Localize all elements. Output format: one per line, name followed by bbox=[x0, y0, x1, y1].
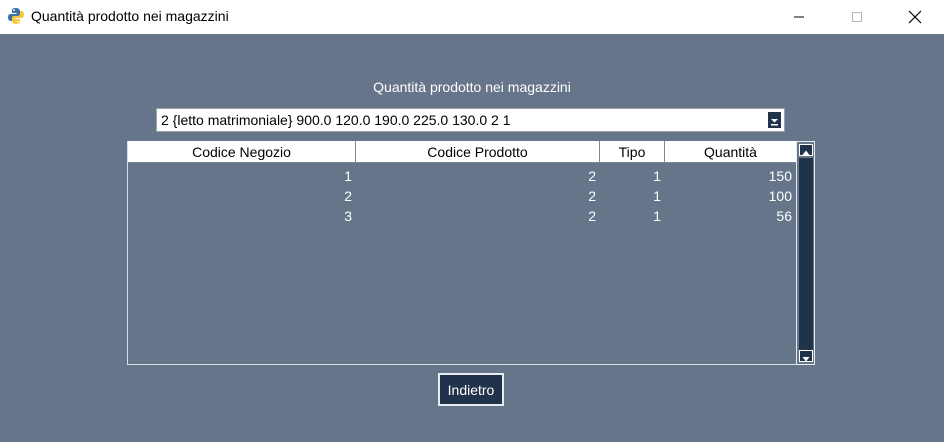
chevron-up-icon bbox=[802, 150, 810, 155]
chevron-down-icon bbox=[771, 119, 778, 126]
maximize-button[interactable] bbox=[828, 0, 886, 34]
column-header-codice-prodotto[interactable]: Codice Prodotto bbox=[356, 141, 600, 163]
column-header-codice-negozio[interactable]: Codice Negozio bbox=[128, 141, 356, 163]
cell-codice-prodotto: 2 bbox=[588, 168, 596, 184]
cell-codice-negozio: 2 bbox=[344, 188, 352, 204]
close-icon bbox=[908, 10, 922, 24]
scroll-down-button[interactable] bbox=[799, 350, 813, 362]
cell-tipo: 1 bbox=[653, 188, 661, 204]
python-icon bbox=[7, 7, 25, 25]
product-select[interactable]: 2 {letto matrimoniale} 900.0 120.0 190.0… bbox=[156, 108, 785, 132]
column-header-tipo[interactable]: Tipo bbox=[600, 141, 665, 163]
column-header-quantita[interactable]: Quantità bbox=[665, 141, 796, 163]
table-row[interactable]: 1 2 1 150 bbox=[128, 166, 796, 186]
chevron-down-icon bbox=[802, 357, 810, 362]
minimize-icon bbox=[794, 16, 804, 18]
table-scrollbar[interactable] bbox=[796, 141, 815, 365]
table-row[interactable]: 2 2 1 100 bbox=[128, 186, 796, 206]
title-bar: Quantità prodotto nei magazzini bbox=[0, 0, 944, 34]
cell-quantita: 150 bbox=[768, 168, 792, 184]
scroll-up-button[interactable] bbox=[799, 144, 813, 156]
back-button[interactable]: Indietro bbox=[438, 373, 504, 406]
cell-codice-negozio: 3 bbox=[344, 208, 352, 224]
maximize-icon bbox=[852, 12, 862, 22]
cell-quantita: 100 bbox=[768, 188, 792, 204]
stock-table: Codice Negozio Codice Prodotto Tipo Quan… bbox=[127, 141, 796, 365]
cell-codice-prodotto: 2 bbox=[588, 188, 596, 204]
cell-tipo: 1 bbox=[653, 168, 661, 184]
close-button[interactable] bbox=[886, 0, 944, 34]
table-row[interactable]: 3 2 1 56 bbox=[128, 206, 796, 226]
table-header: Codice Negozio Codice Prodotto Tipo Quan… bbox=[128, 141, 796, 163]
cell-codice-negozio: 1 bbox=[344, 168, 352, 184]
minimize-button[interactable] bbox=[770, 0, 828, 34]
dropdown-button[interactable] bbox=[767, 111, 782, 129]
window-title: Quantità prodotto nei magazzini bbox=[31, 8, 229, 24]
table-body: 1 2 1 150 2 2 1 100 3 2 1 56 bbox=[128, 166, 796, 226]
product-select-value: 2 {letto matrimoniale} 900.0 120.0 190.0… bbox=[161, 112, 511, 128]
page-title: Quantità prodotto nei magazzini bbox=[373, 79, 571, 95]
cell-quantita: 56 bbox=[776, 208, 792, 224]
cell-tipo: 1 bbox=[653, 208, 661, 224]
cell-codice-prodotto: 2 bbox=[588, 208, 596, 224]
scrollbar-thumb[interactable] bbox=[799, 158, 813, 350]
